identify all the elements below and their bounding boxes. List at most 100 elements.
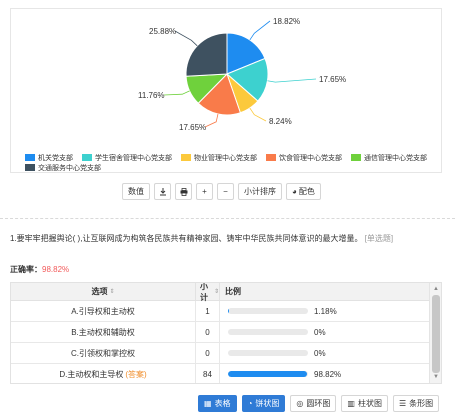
accuracy-line: 正确率：98.82%: [10, 264, 69, 275]
pie-percent-label: 18.82%: [273, 17, 300, 26]
option-cell: B.主动权和辅助权: [11, 322, 196, 342]
table-row: B.主动权和辅助权 0 0%: [11, 322, 441, 343]
pie-label-line: [267, 78, 317, 83]
pie-view-button[interactable]: ◔ 饼状图: [241, 395, 286, 412]
color-button[interactable]: ◕ 配色: [286, 183, 321, 200]
sort-icon: ⇕: [213, 289, 219, 295]
chart-panel: 18.82% 17.65% 8.24% 17.65% 11.76% 25.88% 机关党支…: [10, 8, 442, 173]
pie-view-label: 饼状图: [255, 399, 280, 408]
legend-swatch: [351, 154, 361, 161]
legend-label: 物业管理中心党支部: [194, 155, 257, 162]
scroll-up-arrow-icon[interactable]: ▲: [430, 284, 441, 294]
option-cell: A.引导权和主动权: [11, 301, 196, 321]
legend-label: 交通服务中心党支部: [38, 165, 101, 172]
pie-percent-label: 17.65%: [179, 123, 206, 132]
column-chart-icon: ▥: [347, 399, 355, 408]
option-text: D.主动权和主导权: [59, 369, 124, 379]
ratio-header: 比例: [225, 287, 241, 296]
column-view-button[interactable]: ▥ 柱状图: [341, 395, 388, 412]
table-icon: ▦: [204, 399, 212, 408]
pie-percent-label: 8.24%: [269, 117, 292, 126]
legend-swatch: [25, 154, 35, 161]
ring-view-button[interactable]: ◎ 圆环图: [290, 395, 337, 412]
table-row: D.主动权和主导权 (答案) 84 98.82%: [11, 364, 441, 383]
progress-track: [228, 350, 308, 356]
column-view-label: 柱状图: [357, 399, 382, 408]
progress-fill: [228, 371, 308, 377]
option-header-label: 选项: [91, 287, 108, 296]
legend-label: 学生宿舍管理中心党支部: [95, 155, 172, 162]
option-header[interactable]: 选项 ⇕: [11, 283, 196, 300]
percent-text: 0%: [314, 348, 326, 358]
table-view-button[interactable]: ▦ 表格: [198, 395, 237, 412]
table-row: A.引导权和主动权 1 1.18%: [11, 301, 441, 322]
legend-swatch: [25, 164, 35, 171]
value-button[interactable]: 数值: [122, 183, 150, 200]
pie-label-line: [249, 107, 267, 122]
progress-track: [228, 371, 308, 377]
pie-slice[interactable]: [185, 32, 228, 77]
table-header: 选项 ⇕ 小计 ⇕ 比例: [11, 283, 441, 302]
legend-item[interactable]: 饮食管理中心党支部: [266, 154, 342, 164]
question-text: 1.要牢牢把握舆论( ),让互联网成为构筑各民族共有精神家园、铸牢中华民族共同体…: [10, 233, 410, 245]
ratio-cell: 0%: [220, 328, 441, 337]
legend-swatch: [82, 154, 92, 161]
section-divider: [0, 218, 455, 219]
pie-percent-label: 17.65%: [319, 75, 346, 84]
legend-item[interactable]: 通信管理中心党支部: [351, 154, 427, 164]
percent-text: 98.82%: [314, 369, 342, 379]
percent-text: 0%: [314, 327, 326, 337]
table-view-label: 表格: [214, 399, 231, 408]
download-icon: [159, 187, 166, 195]
count-cell: 1: [196, 301, 220, 321]
count-cell: 0: [196, 322, 220, 342]
print-button[interactable]: [175, 183, 192, 200]
sort-icon: ⇕: [109, 289, 115, 295]
question-stem: 1.要牢牢把握舆论( ),让互联网成为构筑各民族共有精神家园、铸牢中华民族共同体…: [10, 234, 363, 243]
chart-legend: 机关党支部 学生宿舍管理中心党支部 物业管理中心党支部 饮食管理中心党支部 通信管理中心…: [25, 154, 445, 174]
scroll-down-arrow-icon[interactable]: ▼: [430, 372, 441, 382]
table-body: A.引导权和主动权 1 1.18% B.主动权和辅助权 0 0% C.引领权和掌控权 0 0% D…: [11, 301, 441, 383]
ring-view-label: 圆环图: [306, 399, 331, 408]
progress-track: [228, 329, 308, 335]
legend-label: 通信管理中心党支部: [364, 155, 427, 162]
legend-label: 机关党支部: [38, 155, 73, 162]
bar-view-label: 条形图: [409, 399, 434, 408]
legend-item[interactable]: 交通服务中心党支部: [25, 164, 101, 174]
answer-tag: (答案): [125, 369, 147, 379]
download-button[interactable]: [154, 183, 171, 200]
percent-text: 1.18%: [314, 306, 337, 316]
color-button-label: 配色: [298, 187, 315, 196]
zoom-out-button[interactable]: −: [217, 183, 234, 200]
results-table: 选项 ⇕ 小计 ⇕ 比例 A.引导权和主动权 1 1.18% B.主动权和辅助权 0 0% C.…: [10, 282, 442, 384]
option-cell: C.引领权和掌控权: [11, 343, 196, 363]
pie-label-line: [163, 90, 190, 96]
pie-label-line: [204, 113, 219, 128]
bar-view-button[interactable]: ☰ 条形图: [392, 395, 440, 412]
progress-fill: [228, 308, 229, 314]
accuracy-value: 98.82%: [42, 265, 70, 274]
count-header[interactable]: 小计 ⇕: [196, 283, 220, 302]
scroll-thumb[interactable]: [432, 295, 440, 373]
legend-swatch: [181, 154, 191, 161]
legend-item[interactable]: 学生宿舍管理中心党支部: [82, 154, 172, 164]
ratio-cell: 0%: [220, 349, 441, 358]
pie-label-line: [174, 30, 198, 47]
table-scrollbar[interactable]: ▲ ▼: [429, 283, 441, 383]
view-switcher: ▦ 表格 ◔ 饼状图 ◎ 圆环图 ▥ 柱状图 ☰ 条形图: [198, 395, 440, 412]
print-icon: [180, 187, 187, 196]
option-text: B.主动权和辅助权: [71, 327, 135, 337]
bar-chart-icon: ☰: [398, 399, 407, 408]
zoom-in-button[interactable]: +: [196, 183, 213, 200]
option-text: A.引导权和主动权: [71, 306, 135, 316]
legend-item[interactable]: 物业管理中心党支部: [181, 154, 257, 164]
sort-button[interactable]: 小计排序: [238, 183, 282, 200]
ring-icon: ◎: [296, 399, 304, 408]
count-cell: 0: [196, 343, 220, 363]
count-cell: 84: [196, 364, 220, 383]
pie-icon: ◔: [247, 399, 253, 408]
legend-swatch: [266, 154, 276, 161]
ratio-cell: 1.18%: [220, 307, 441, 316]
question-type-tag: [单选题]: [364, 234, 394, 243]
legend-item[interactable]: 机关党支部: [25, 154, 73, 164]
